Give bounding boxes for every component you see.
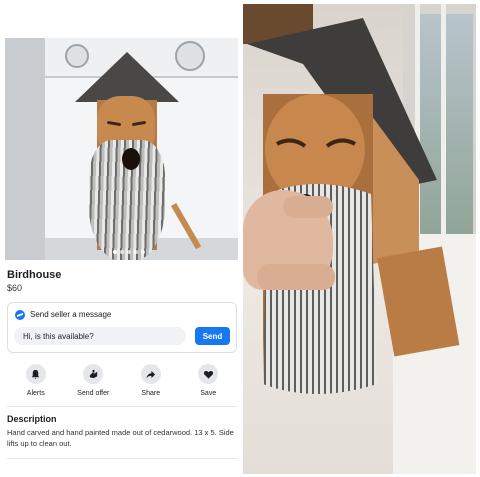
section-divider <box>7 406 237 407</box>
washer-knob <box>175 41 205 71</box>
share-button[interactable]: Share <box>125 364 177 400</box>
finger <box>257 264 335 290</box>
carousel-dot[interactable] <box>120 250 124 254</box>
description-heading: Description <box>7 414 57 424</box>
photo-carousel-dots[interactable] <box>113 250 145 254</box>
listing-photo[interactable] <box>5 38 238 260</box>
carousel-dot[interactable] <box>141 250 145 254</box>
message-seller-card: Send seller a message Send <box>7 302 237 353</box>
messenger-icon <box>15 310 25 320</box>
send-seller-label: Send seller a message <box>30 310 112 319</box>
send-offer-icon <box>83 364 104 384</box>
birdhouse-roof <box>75 52 179 102</box>
washer-side <box>5 38 45 260</box>
bell-icon <box>25 364 46 384</box>
send-offer-button[interactable]: Send offer <box>67 364 119 400</box>
send-button[interactable]: Send <box>195 327 230 345</box>
listing-title: Birdhouse <box>7 269 62 281</box>
save-button[interactable]: Save <box>182 364 234 400</box>
alerts-label: Alerts <box>26 390 45 397</box>
save-label: Save <box>200 390 217 397</box>
share-label: Share <box>141 390 161 397</box>
carousel-dot[interactable] <box>127 250 131 254</box>
carousel-dot[interactable] <box>113 250 117 254</box>
share-icon <box>140 364 161 384</box>
heart-icon <box>198 364 219 384</box>
carousel-dot[interactable] <box>134 250 138 254</box>
alerts-button[interactable]: Alerts <box>10 364 62 400</box>
section-divider <box>7 458 237 459</box>
birdhouse-lift-side <box>377 246 460 357</box>
description-text: Hand carved and hand painted made out of… <box>7 428 234 448</box>
birdhouse-entrance-hole <box>122 148 140 170</box>
action-row: Alerts Send offer Share Save <box>7 364 237 400</box>
finger <box>283 196 333 218</box>
listing-price: $60 <box>7 283 23 293</box>
message-input[interactable] <box>14 327 186 345</box>
listing-photo-large[interactable] <box>243 4 476 474</box>
send-offer-label: Send offer <box>77 390 110 397</box>
listing-panel: Birdhouse $60 Send seller a message Send… <box>5 38 238 467</box>
